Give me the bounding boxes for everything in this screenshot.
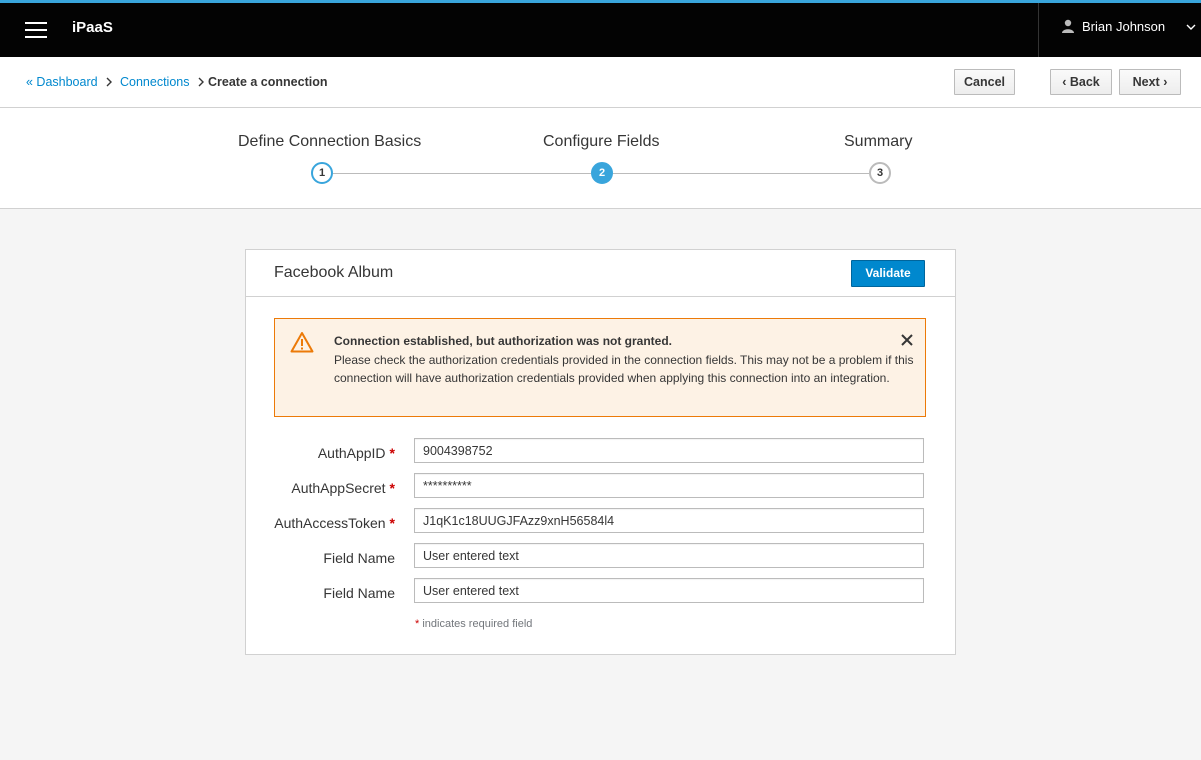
step-circle-2[interactable]: 2	[591, 162, 613, 184]
step-circle-3[interactable]: 3	[869, 162, 891, 184]
field-label-authaccesstoken: AuthAccessToken *	[274, 515, 395, 531]
field-name-input-1[interactable]	[414, 543, 924, 568]
required-marker: *	[389, 515, 395, 531]
alert-title: Connection established, but authorizatio…	[334, 334, 673, 348]
step-label-1[interactable]: Define Connection Basics	[238, 133, 421, 151]
user-icon	[1062, 19, 1074, 33]
brand-title[interactable]: iPaaS	[72, 19, 113, 36]
field-label-authappsecret: AuthAppSecret *	[291, 480, 395, 496]
page-toolbar: « Dashboard Connections Create a connect…	[0, 57, 1201, 108]
step-connector	[613, 173, 869, 174]
user-menu[interactable]: Brian Johnson	[1038, 3, 1201, 57]
chevron-right-icon	[198, 77, 204, 87]
user-name: Brian Johnson	[1082, 19, 1166, 34]
next-button[interactable]: Next ›	[1119, 69, 1181, 95]
validate-button[interactable]: Validate	[851, 260, 925, 287]
step-circle-1[interactable]: 1	[311, 162, 333, 184]
connection-card: Facebook Album Validate Connection estab…	[245, 249, 956, 655]
authaccesstoken-input[interactable]	[414, 508, 924, 533]
close-icon[interactable]	[900, 333, 914, 347]
field-label-field-name-1: Field Name	[323, 550, 395, 566]
step-label-3[interactable]: Summary	[844, 133, 912, 151]
authappsecret-input[interactable]	[414, 473, 924, 498]
alert-message: Please check the authorization credentia…	[334, 353, 914, 385]
breadcrumb-current: Create a connection	[208, 75, 328, 89]
wizard-steps: Define Connection Basics 1 Configure Fie…	[0, 108, 1201, 209]
card-divider	[246, 296, 955, 297]
field-name-input-2[interactable]	[414, 578, 924, 603]
chevron-right-icon	[106, 77, 112, 87]
required-marker: *	[389, 445, 395, 461]
cancel-button[interactable]: Cancel	[954, 69, 1015, 95]
warning-alert: Connection established, but authorizatio…	[274, 318, 926, 417]
top-nav-bar: iPaaS Brian Johnson	[0, 0, 1201, 57]
back-button[interactable]: ‹ Back	[1050, 69, 1112, 95]
authappid-input[interactable]	[414, 438, 924, 463]
breadcrumb-connections[interactable]: Connections	[120, 75, 190, 89]
breadcrumb-dashboard[interactable]: « Dashboard	[26, 75, 98, 89]
step-connector	[333, 173, 591, 174]
card-title: Facebook Album	[274, 264, 394, 281]
field-label-authappid: AuthAppID *	[317, 445, 395, 461]
step-label-2[interactable]: Configure Fields	[543, 133, 660, 151]
chevron-down-icon	[1186, 24, 1196, 30]
required-field-note: * indicates required field	[415, 618, 533, 630]
hamburger-menu-icon[interactable]	[25, 22, 47, 38]
field-label-field-name-2: Field Name	[323, 585, 395, 601]
warning-triangle-icon	[290, 332, 314, 353]
required-marker: *	[389, 480, 395, 496]
